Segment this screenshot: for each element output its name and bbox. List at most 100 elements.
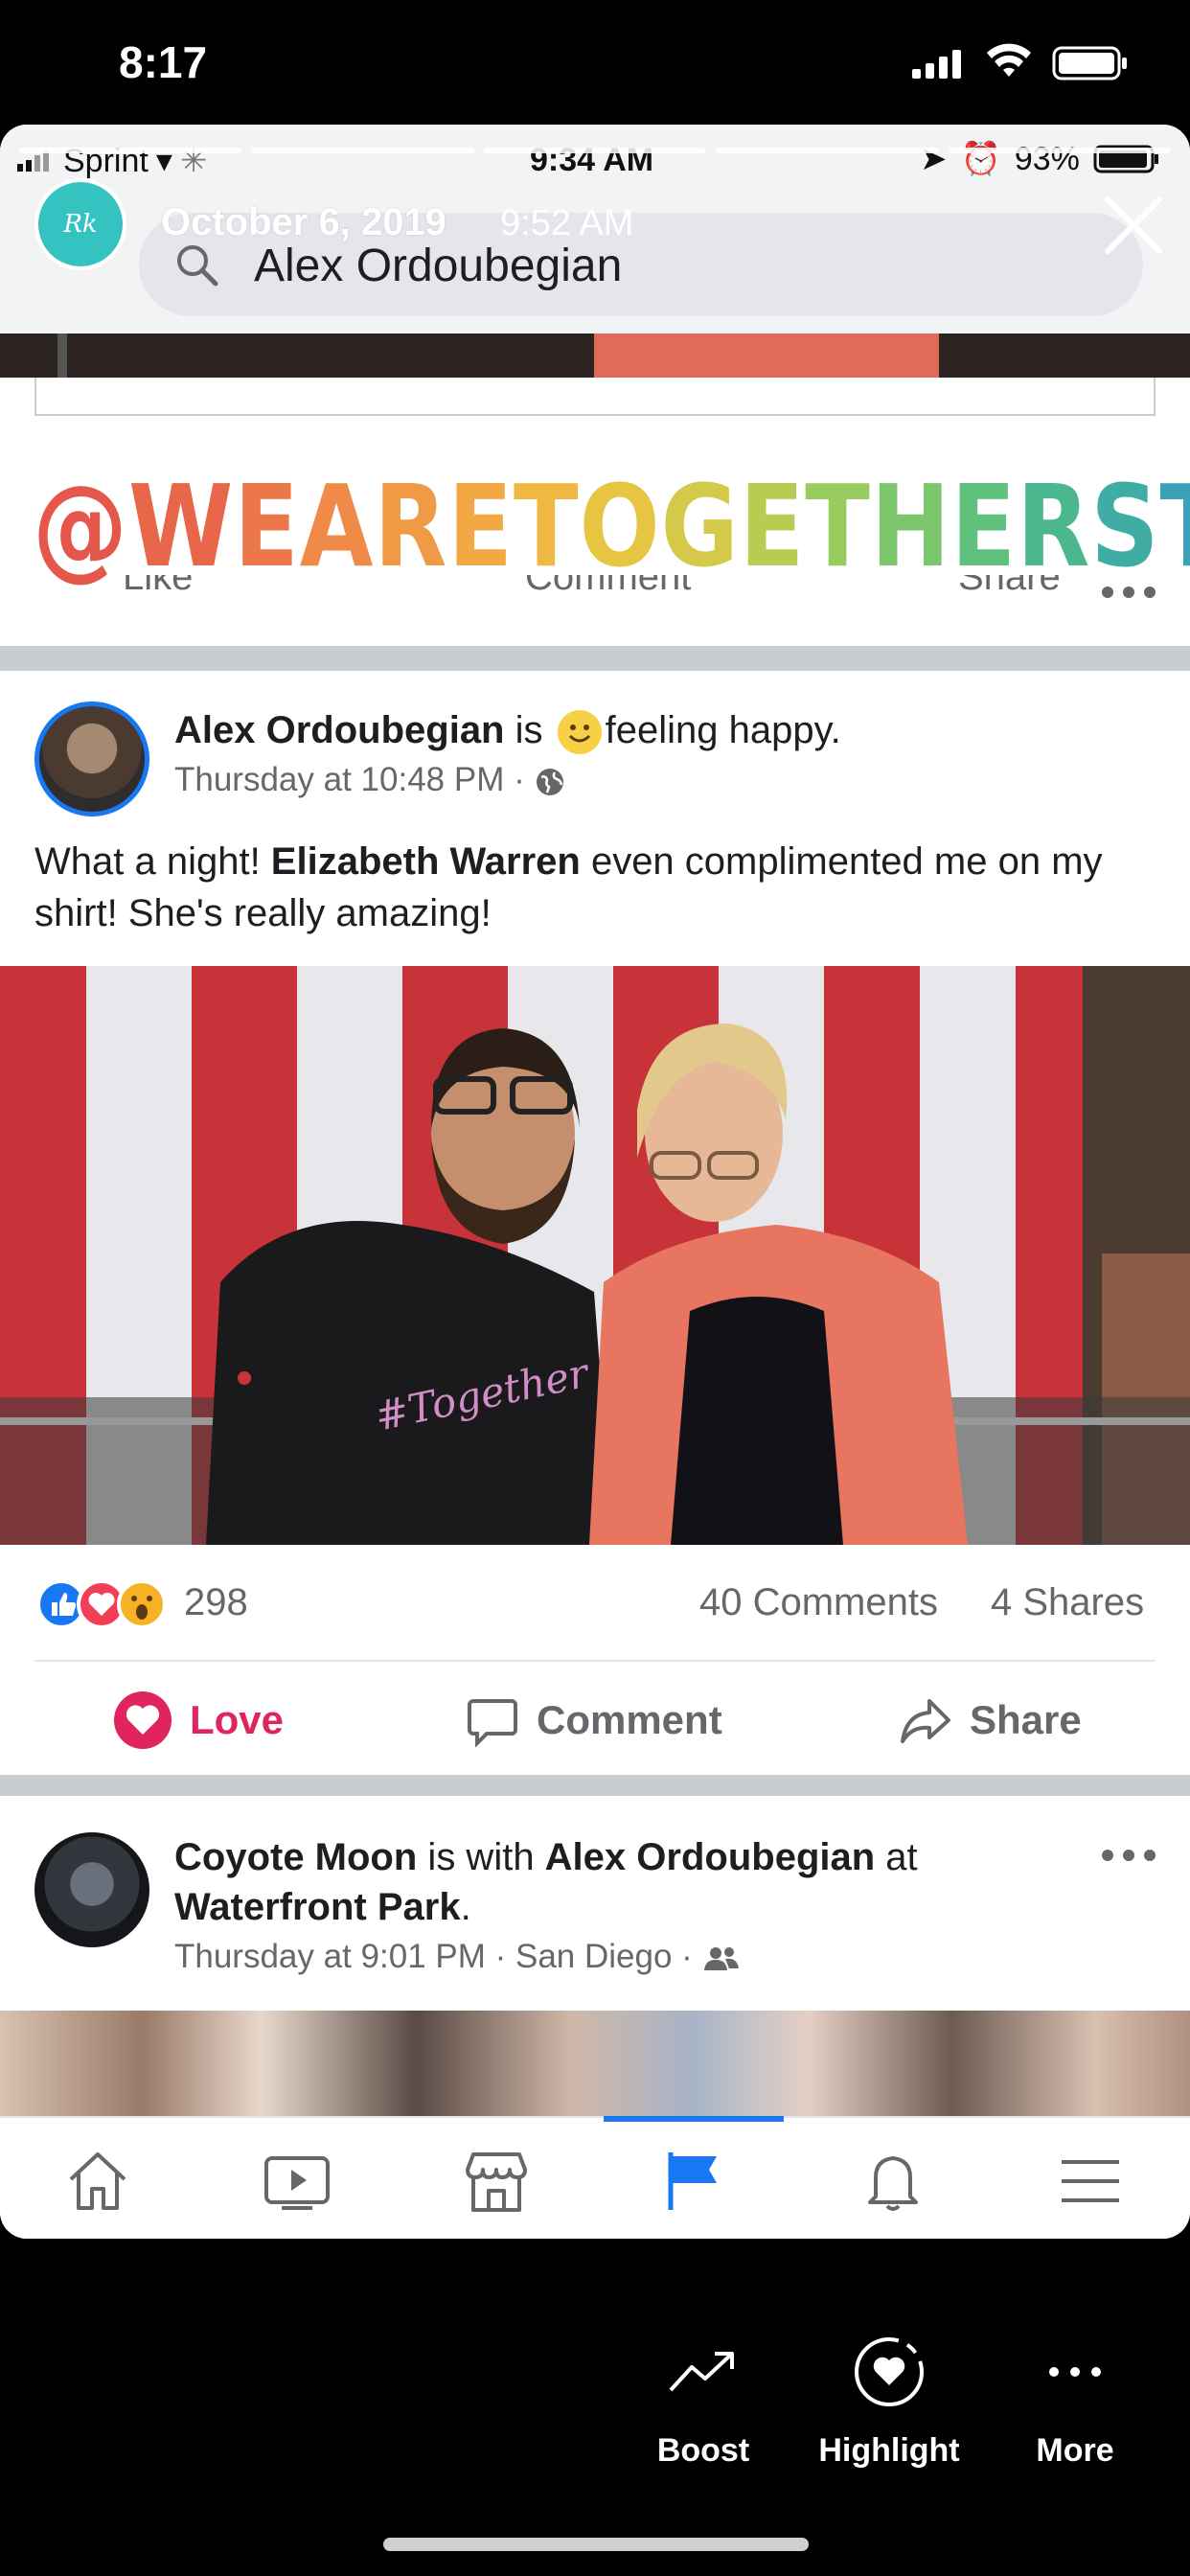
story-card: Sprint ▾ ✳ 9:34 AM ➤ ⏰ 93% Alex Ordoubeg… [0,125,1190,2239]
next-post-timestamp[interactable]: Thursday at 9:01 PM · San Diego · [174,1938,693,1975]
more-options-icon[interactable] [1100,1846,1157,1865]
love-label: Love [190,1697,285,1742]
home-icon [69,2152,126,2210]
post-feeling: feeling happy. [605,709,841,751]
hashtag-letter: E [950,460,1018,592]
post-author-name[interactable]: Alex Ordoubegian [174,709,505,751]
story-date: October 6, 2019 [161,201,446,243]
globe-icon [537,768,564,795]
hamburger-menu-icon [1062,2160,1119,2202]
reaction-count[interactable]: 298 [184,1581,248,1624]
hashtag-letter: W [127,460,235,592]
screenshot-header: Sprint ▾ ✳ 9:34 AM ➤ ⏰ 93% Alex Ordoubeg… [0,125,1190,334]
story-author-avatar[interactable]: Rk [34,178,126,270]
cellular-signal-icon [912,50,961,79]
more-options-icon[interactable] [1100,583,1157,602]
home-indicator[interactable] [383,2538,809,2551]
share-button[interactable]: Share [899,1687,1082,1754]
story-progress-bars [19,148,1172,153]
reaction-icons[interactable] [34,1577,178,1631]
marketplace-icon [466,2152,527,2212]
post-author-avatar[interactable] [34,702,149,816]
search-input[interactable]: Alex Ordoubegian [254,240,622,292]
highlight-button[interactable]: Highlight [812,2329,966,2470]
next-post-author-avatar[interactable] [34,1832,149,1947]
tab-notifications[interactable] [855,2143,931,2220]
period: . [460,1886,471,1928]
screenshot-status-bar: Sprint ▾ ✳ 9:34 AM ➤ ⏰ 93% [0,134,1190,182]
happy-emoji-icon [557,710,602,755]
share-label: Share [970,1697,1082,1742]
friends-icon [703,1946,739,1970]
comment-icon [468,1699,517,1747]
shares-count[interactable]: 4 Shares [991,1581,1144,1624]
hashtag-letter: A [299,460,375,592]
hashtag-letter: T [1160,460,1190,592]
with-text: is with [417,1836,545,1878]
at-text: at [875,1836,918,1878]
hashtag-letter: S [1090,460,1160,592]
love-button[interactable]: Love [113,1687,284,1754]
flag-icon [668,2152,717,2210]
story-time: 9:52 AM [500,203,634,243]
share-button[interactable]: Share [958,575,1061,599]
boost-label: Boost [656,2432,750,2469]
hashtag-letter: R [374,460,448,592]
tagged-person[interactable]: Alex Ordoubegian [545,1836,876,1878]
hashtag-letter: R [1017,460,1091,592]
highlight-label: Highlight [818,2432,960,2469]
active-tab-indicator [604,2116,784,2122]
hashtag-letter: E [447,460,514,592]
comment-label: Comment [537,1697,722,1742]
tab-home[interactable] [59,2143,136,2220]
battery-percent: 93% [1014,140,1080,177]
tab-marketplace[interactable] [458,2143,535,2220]
comments-count[interactable]: 40 Comments [699,1581,938,1624]
battery-icon [1052,46,1127,80]
hashtag-letter: H [870,460,951,592]
post-verb: is [515,709,543,751]
story-actions: Boost Highlight More [0,2329,1190,2482]
feed-separator [0,1775,1190,1796]
comment-button[interactable]: Comment [466,1687,722,1754]
tab-pages[interactable] [655,2143,732,2220]
alarm-icon: ⏰ [960,141,1001,177]
post-body: What a night! Elizabeth Warren even comp… [34,836,1156,939]
next-post-header: Coyote Moon is with Alex Ordoubegian at … [174,1832,1065,1932]
search-icon [177,245,218,287]
share-icon [901,1699,950,1743]
like-button[interactable]: Like [123,575,193,599]
hashtag-letter: T [513,460,580,592]
cellular-signal-icon [17,150,49,172]
post-header: Alex Ordoubegian is feeling happy. [174,709,841,755]
device-status-bar: 8:17 [0,0,1190,125]
tab-menu[interactable] [1052,2143,1129,2220]
hashtag-letter: G [660,460,740,592]
post-text-start: What a night! [34,840,271,883]
close-icon[interactable] [1102,194,1165,257]
video-icon [264,2156,330,2210]
mention-link[interactable]: Elizabeth Warren [271,840,581,883]
facebook-tab-bar [0,2116,1190,2239]
post-timestamp[interactable]: Thursday at 10:48 PM · [174,761,525,798]
hashtag-banner: @WEARETOGETHERSTRONG [33,460,1190,592]
previous-post-frame [34,378,1156,416]
feed-separator [0,646,1190,671]
hashtag-letter: O [579,460,661,592]
next-post-author[interactable]: Coyote Moon [174,1836,417,1878]
highlight-heart-icon [855,2337,924,2406]
previous-post-actions: Like Comment Share [0,575,1190,632]
more-dots-icon [1049,2367,1101,2377]
hashtag-letter: T [805,460,871,592]
hashtag-letter: @ [33,460,128,592]
post-photo[interactable]: #Together Strong [0,966,1190,1545]
more-label: More [1036,2432,1114,2469]
comment-button[interactable]: Comment [525,575,691,599]
next-post-photo[interactable] [0,2011,1190,2116]
tab-watch[interactable] [259,2143,335,2220]
location-link[interactable]: Waterfront Park [174,1886,461,1928]
boost-button[interactable]: Boost [627,2329,780,2470]
hashtag-letter: E [234,460,300,592]
previous-post-image [0,334,1190,378]
more-button[interactable]: More [998,2329,1152,2470]
